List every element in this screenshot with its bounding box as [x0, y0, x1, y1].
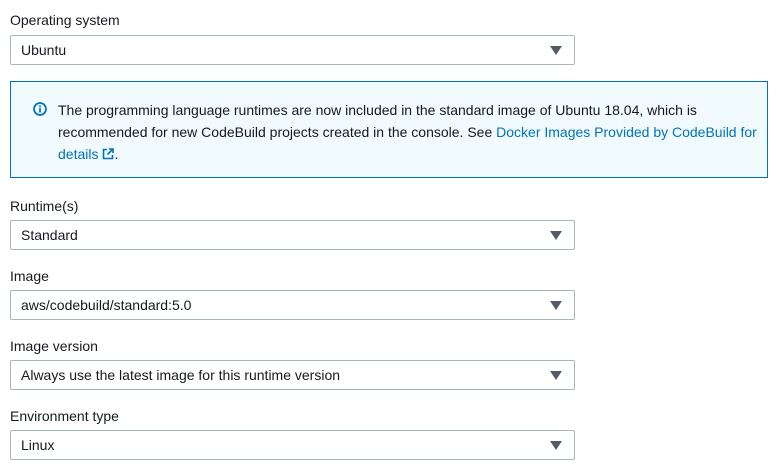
runtime-label: Runtime(s): [10, 198, 79, 214]
caret-down-icon: [550, 301, 562, 310]
image-version-select[interactable]: Always use the latest image for this run…: [10, 360, 575, 390]
operating-system-value: Ubuntu: [21, 42, 67, 58]
environment-type-select[interactable]: Linux: [10, 430, 575, 460]
image-value: aws/codebuild/standard:5.0: [21, 297, 192, 313]
operating-system-label: Operating system: [10, 12, 120, 28]
caret-down-icon: [550, 46, 562, 55]
operating-system-select[interactable]: Ubuntu: [10, 35, 575, 65]
info-icon: [33, 102, 47, 116]
image-version-label: Image version: [10, 338, 98, 354]
runtime-value: Standard: [21, 227, 78, 243]
environment-type-label: Environment type: [10, 408, 119, 424]
external-link-icon: [103, 148, 115, 160]
image-label: Image: [10, 268, 49, 284]
caret-down-icon: [550, 441, 562, 450]
info-alert-text: The programming language runtimes are no…: [58, 99, 758, 165]
environment-type-value: Linux: [21, 437, 55, 453]
info-alert-period: .: [114, 146, 119, 162]
runtime-select[interactable]: Standard: [10, 220, 575, 250]
image-select[interactable]: aws/codebuild/standard:5.0: [10, 290, 575, 320]
image-version-value: Always use the latest image for this run…: [21, 367, 341, 383]
environment-settings-form: Operating system Ubuntu The programming …: [0, 0, 781, 471]
caret-down-icon: [550, 231, 562, 240]
info-alert: The programming language runtimes are no…: [10, 81, 768, 178]
caret-down-icon: [550, 371, 562, 380]
